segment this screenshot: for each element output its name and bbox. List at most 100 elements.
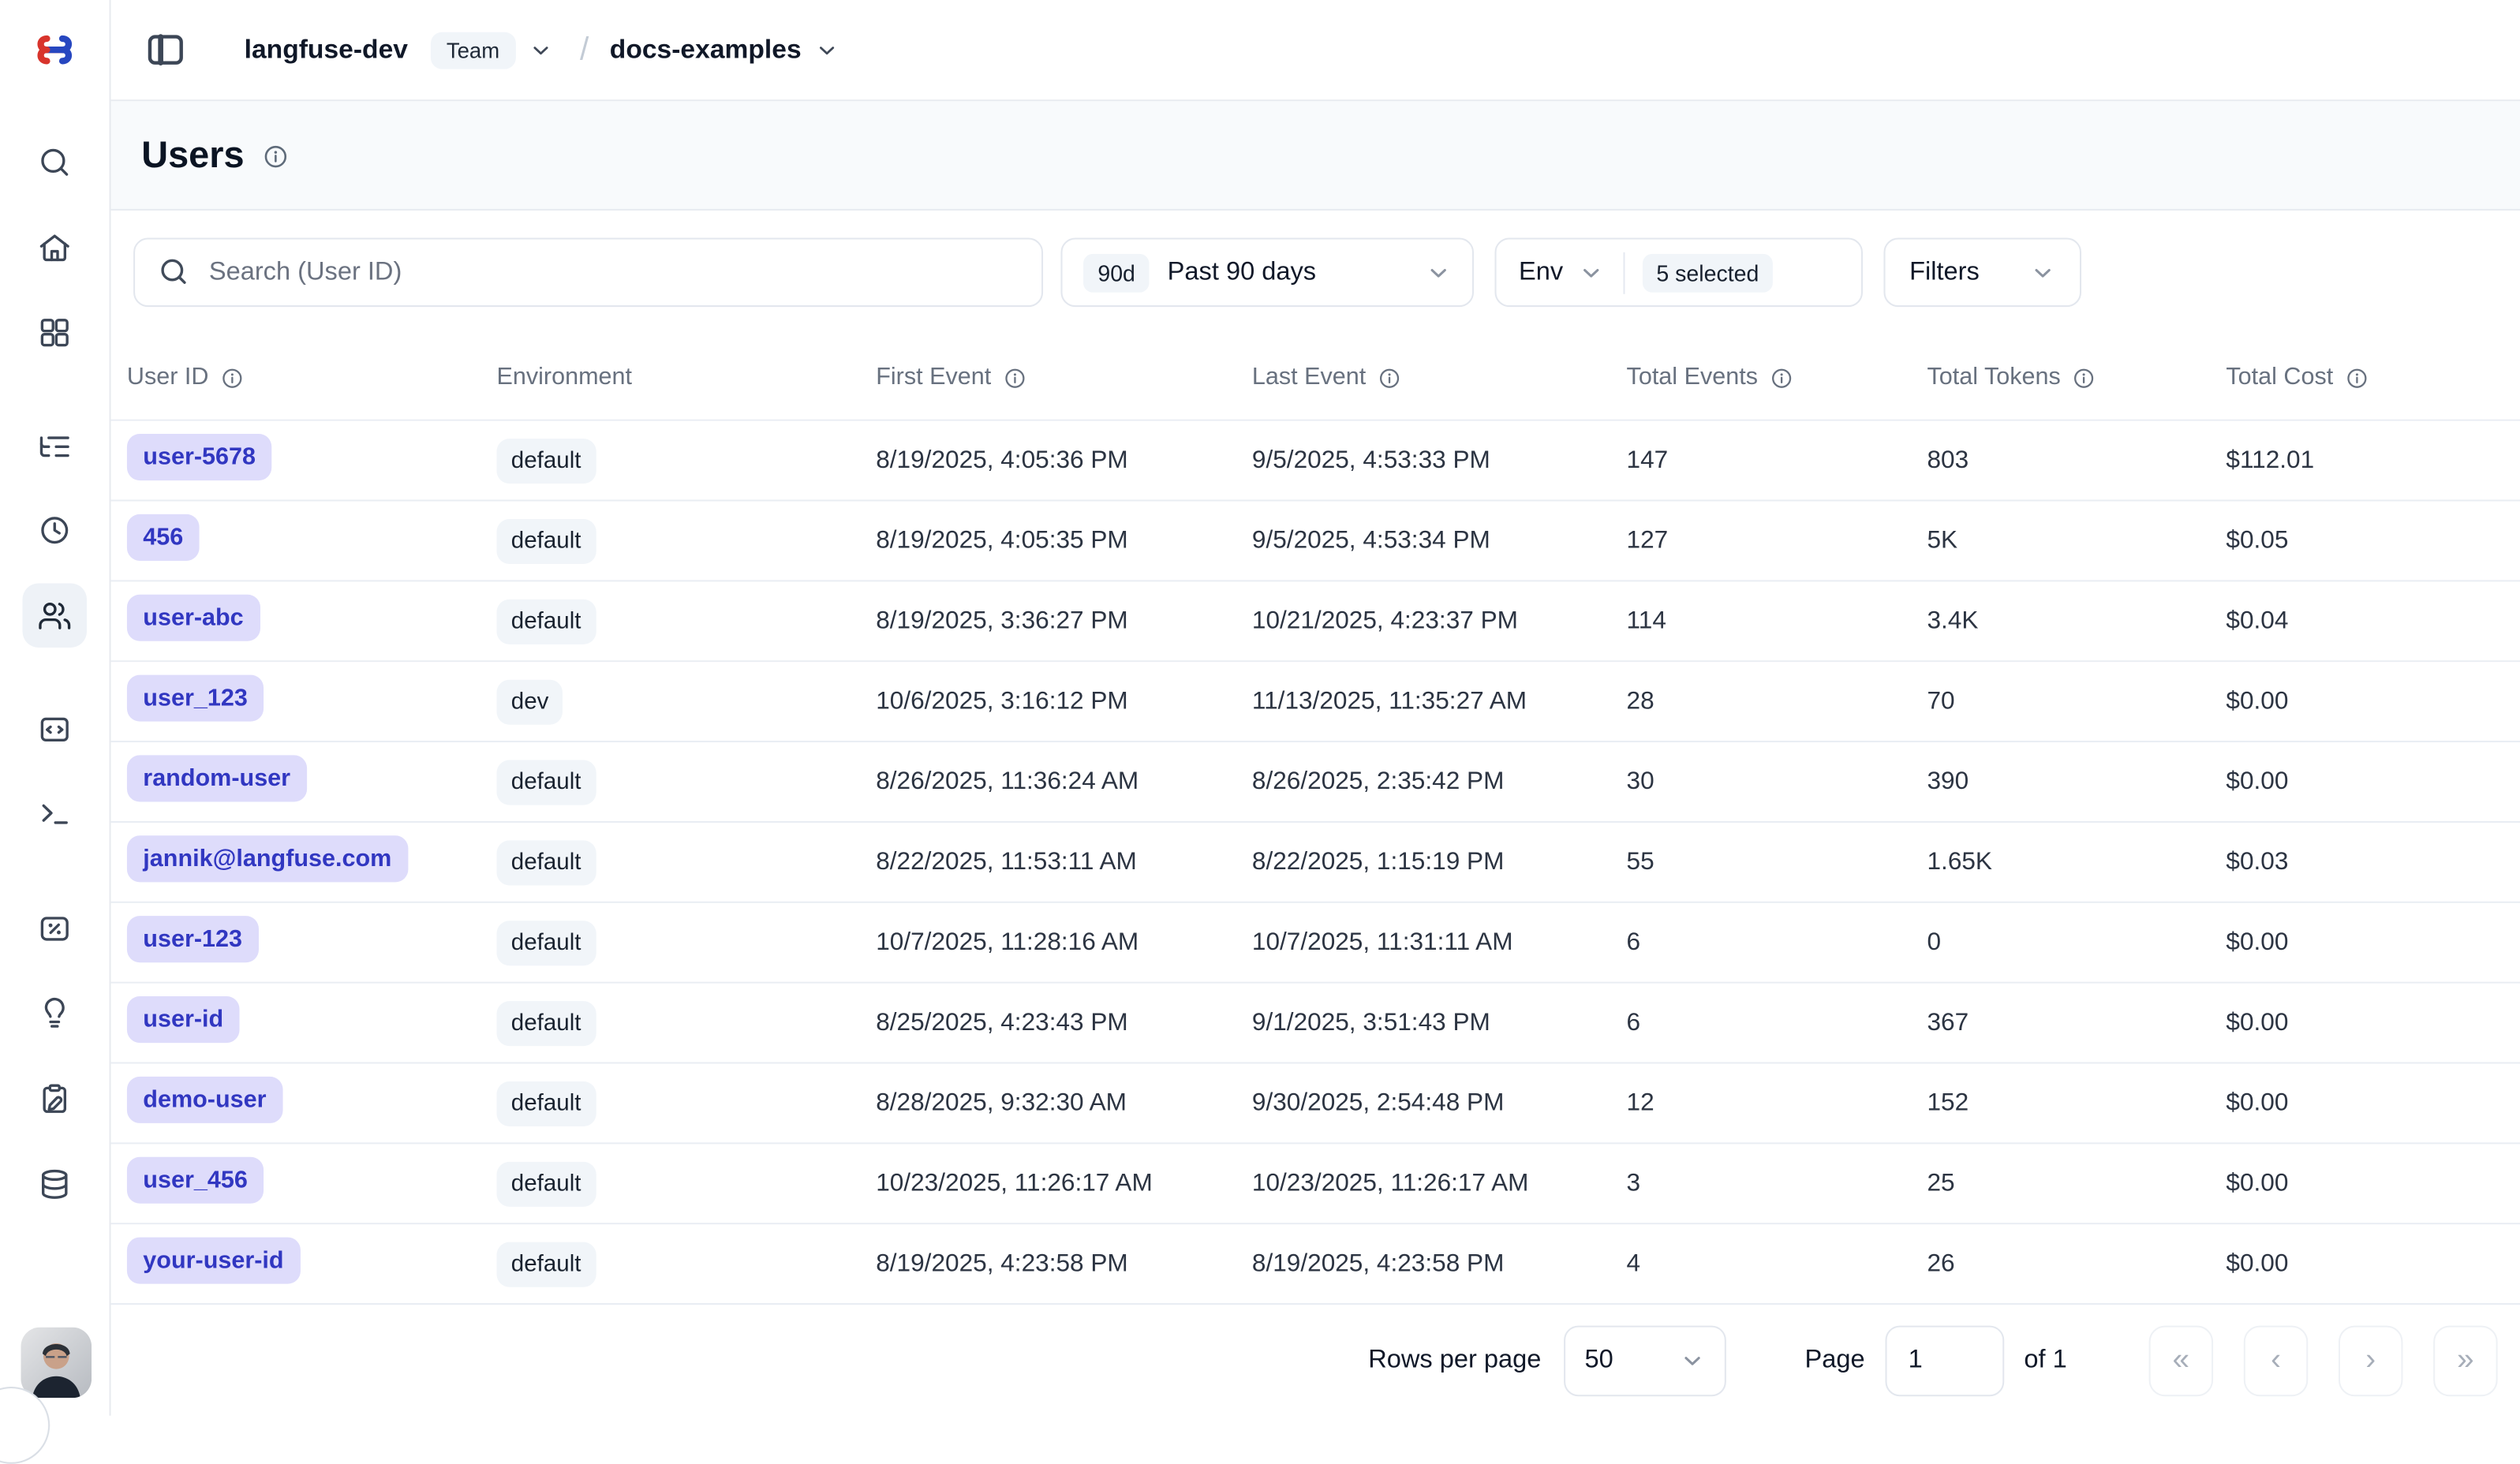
environment-badge: default: [496, 1000, 595, 1045]
langfuse-logo[interactable]: [31, 26, 79, 74]
info-icon[interactable]: [220, 364, 245, 390]
sidebar-item-evaluators[interactable]: [23, 897, 87, 961]
table-row[interactable]: demo-userdefault8/28/2025, 9:32:30 AM9/3…: [111, 1064, 2520, 1145]
column-label: Last Event: [1252, 363, 1366, 390]
table-row[interactable]: your-user-iddefault8/19/2025, 4:23:58 PM…: [111, 1224, 2520, 1305]
sidebar-item-insights[interactable]: [23, 982, 87, 1046]
info-icon[interactable]: [1769, 364, 1793, 390]
next-page-button[interactable]: ›: [2339, 1325, 2402, 1396]
first-event-cell: 8/22/2025, 11:53:11 AM: [876, 848, 1252, 877]
page-number-input[interactable]: [1886, 1325, 2005, 1396]
date-range-button[interactable]: 90d Past 90 days: [1060, 237, 1474, 307]
user-id-badge[interactable]: 456: [127, 514, 200, 560]
column-header-total-cost[interactable]: Total Cost: [2226, 363, 2520, 390]
sidebar-item-sessions[interactable]: [23, 499, 87, 562]
last-event-cell: 10/7/2025, 11:31:11 AM: [1252, 928, 1627, 957]
info-icon[interactable]: [262, 143, 290, 170]
table-row[interactable]: user_456default10/23/2025, 11:26:17 AM10…: [111, 1144, 2520, 1224]
column-header-environment[interactable]: Environment: [496, 363, 876, 390]
first-event-cell: 8/26/2025, 11:36:24 AM: [876, 767, 1252, 797]
column-header-user-id[interactable]: User ID: [127, 363, 497, 390]
user-id-badge[interactable]: user-id: [127, 995, 240, 1042]
first-page-button[interactable]: «: [2149, 1325, 2213, 1396]
evaluators-icon: [37, 911, 73, 947]
total-cost-cell: $0.00: [2226, 1089, 2520, 1118]
user-id-badge[interactable]: jannik@langfuse.com: [127, 835, 408, 881]
environment-filter-button[interactable]: Env 5 selected: [1495, 237, 1863, 307]
last-event-cell: 11/13/2025, 11:35:27 AM: [1252, 687, 1627, 716]
total-cost-cell: $0.00: [2226, 767, 2520, 797]
user-id-badge[interactable]: random-user: [127, 754, 307, 801]
total-tokens-cell: 152: [1927, 1089, 2226, 1118]
chevron-down-icon[interactable]: [814, 38, 839, 62]
chevron-down-icon: [1578, 260, 1604, 286]
sidebar-item-tracing[interactable]: [23, 415, 87, 479]
search-icon: [37, 144, 73, 180]
sidebar-toggle-icon[interactable]: [144, 29, 186, 71]
total-cost-cell: $0.00: [2226, 1249, 2520, 1279]
chevron-down-icon[interactable]: [529, 38, 553, 62]
filters-label: Filters: [1909, 258, 1980, 287]
project-name[interactable]: docs-examples: [610, 35, 802, 65]
table-row[interactable]: user-5678default8/19/2025, 4:05:36 PM9/5…: [111, 421, 2520, 502]
users-icon: [37, 598, 73, 633]
column-header-first-event[interactable]: First Event: [876, 363, 1252, 390]
table-row[interactable]: user-123default10/7/2025, 11:28:16 AM10/…: [111, 903, 2520, 984]
environment-badge: default: [496, 438, 595, 483]
column-header-total-tokens[interactable]: Total Tokens: [1927, 363, 2226, 390]
total-tokens-cell: 26: [1927, 1249, 2226, 1279]
page-header: Users: [111, 101, 2520, 211]
column-header-last-event[interactable]: Last Event: [1252, 363, 1627, 390]
total-tokens-cell: 0: [1927, 928, 2226, 957]
chevron-down-icon: [1680, 1347, 1706, 1373]
env-label: Env: [1519, 258, 1563, 287]
search-input[interactable]: [133, 237, 1043, 307]
last-event-cell: 8/26/2025, 2:35:42 PM: [1252, 767, 1627, 797]
user-id-badge[interactable]: user-abc: [127, 594, 260, 640]
rows-per-page-select[interactable]: 50: [1564, 1325, 1726, 1396]
table-row[interactable]: random-userdefault8/26/2025, 11:36:24 AM…: [111, 742, 2520, 823]
sidebar-item-playground[interactable]: [23, 781, 87, 845]
info-icon[interactable]: [1003, 364, 1027, 390]
total-events-cell: 4: [1627, 1249, 1927, 1279]
first-event-cell: 8/19/2025, 4:05:36 PM: [876, 446, 1252, 475]
user-id-badge[interactable]: user_456: [127, 1156, 264, 1203]
environment-badge: default: [496, 599, 595, 644]
sidebar-item-users[interactable]: [23, 583, 87, 647]
column-header-total-events[interactable]: Total Events: [1627, 363, 1927, 390]
user-avatar[interactable]: [21, 1328, 92, 1399]
org-name[interactable]: langfuse-dev: [245, 35, 408, 65]
sidebar-item-datasets[interactable]: [23, 1152, 87, 1216]
table-row[interactable]: jannik@langfuse.comdefault8/22/2025, 11:…: [111, 823, 2520, 903]
user-id-badge[interactable]: user_123: [127, 674, 264, 721]
info-icon[interactable]: [2345, 364, 2369, 390]
table-body: user-5678default8/19/2025, 4:05:36 PM9/5…: [111, 421, 2520, 1305]
table-row[interactable]: user_123dev10/6/2025, 3:16:12 PM11/13/20…: [111, 662, 2520, 742]
user-id-badge[interactable]: user-123: [127, 915, 258, 962]
filters-button[interactable]: Filters: [1883, 237, 2081, 307]
user-id-badge[interactable]: user-5678: [127, 433, 271, 480]
total-tokens-cell: 5K: [1927, 526, 2226, 555]
total-events-cell: 28: [1627, 687, 1927, 716]
last-page-button[interactable]: »: [2433, 1325, 2497, 1396]
chevron-left-icon: ‹: [2271, 1343, 2281, 1378]
chevrons-left-icon: «: [2173, 1343, 2190, 1378]
last-event-cell: 10/21/2025, 4:23:37 PM: [1252, 607, 1627, 636]
sidebar-item-dashboards[interactable]: [23, 301, 87, 364]
sidebar-item-prompts[interactable]: [23, 697, 87, 761]
table-row[interactable]: 456default8/19/2025, 4:05:35 PM9/5/2025,…: [111, 502, 2520, 582]
prev-page-button[interactable]: ‹: [2244, 1325, 2308, 1396]
info-icon[interactable]: [1378, 364, 1402, 390]
corner-widget[interactable]: [0, 1387, 50, 1464]
table-row[interactable]: user-abcdefault8/19/2025, 3:36:27 PM10/2…: [111, 581, 2520, 662]
column-label: First Event: [876, 363, 991, 390]
info-icon[interactable]: [2072, 364, 2096, 390]
total-cost-cell: $112.01: [2226, 446, 2520, 475]
table-row[interactable]: user-iddefault8/25/2025, 4:23:43 PM9/1/2…: [111, 984, 2520, 1064]
sidebar-item-search[interactable]: [23, 130, 87, 194]
first-event-cell: 8/25/2025, 4:23:43 PM: [876, 1008, 1252, 1037]
user-id-badge[interactable]: your-user-id: [127, 1237, 300, 1283]
sidebar-item-annotation[interactable]: [23, 1067, 87, 1131]
user-id-badge[interactable]: demo-user: [127, 1076, 282, 1122]
sidebar-item-home[interactable]: [23, 215, 87, 279]
